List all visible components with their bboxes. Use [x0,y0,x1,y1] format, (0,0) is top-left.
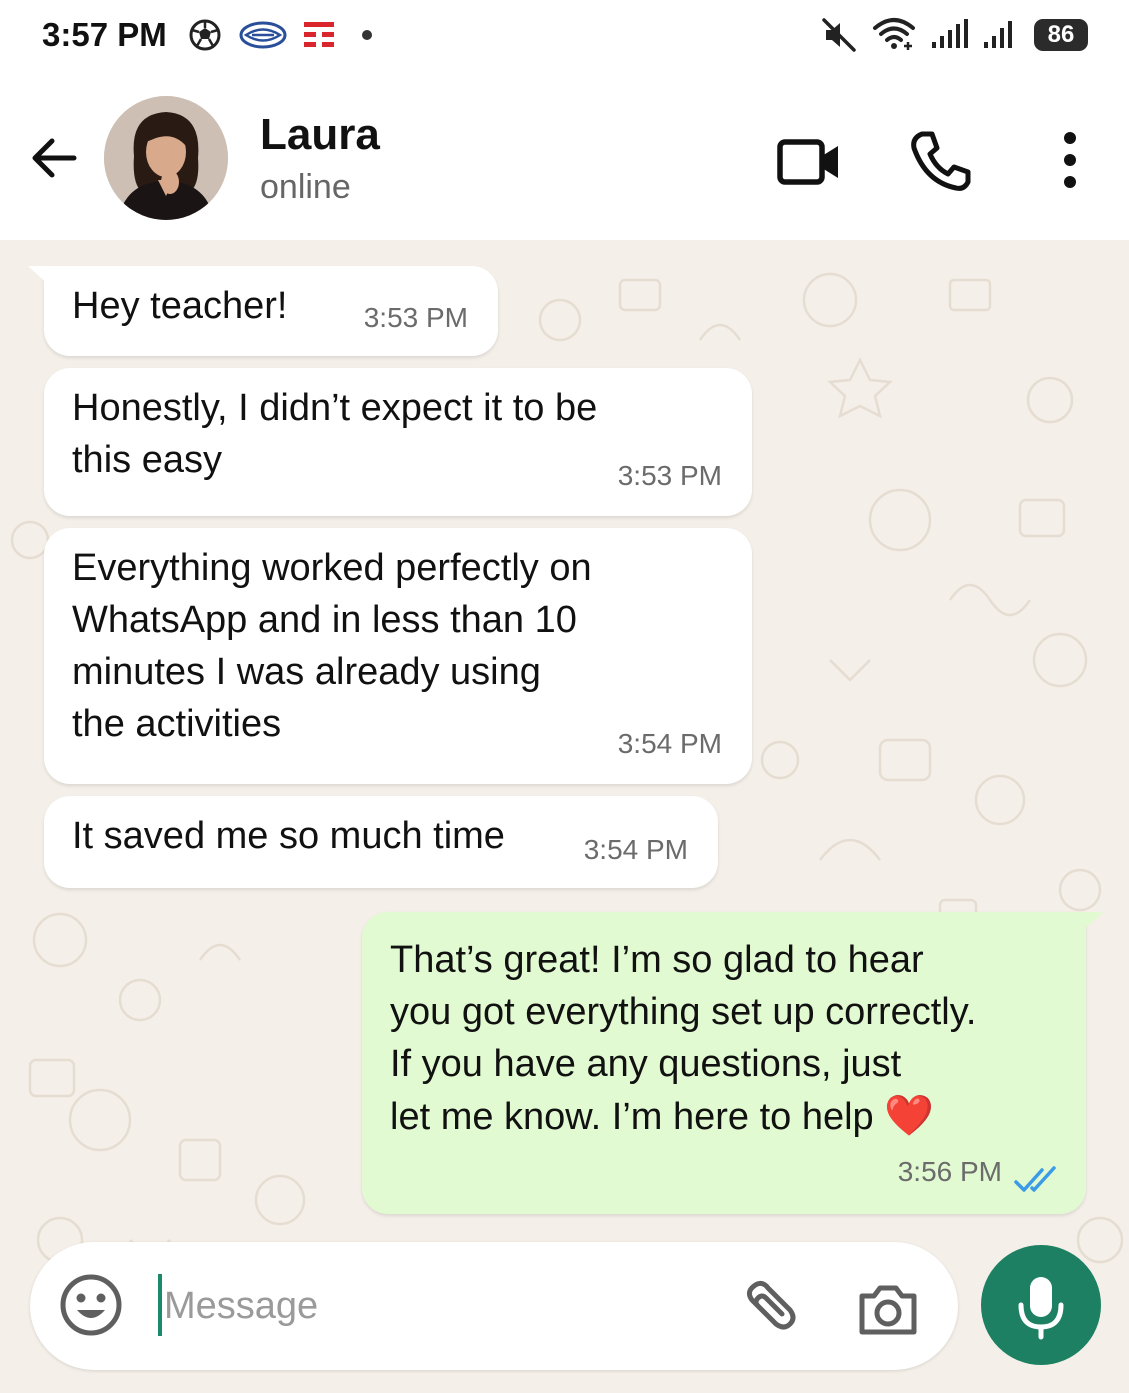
message-bubble[interactable]: It saved me so much time 3:54 PM [44,796,718,888]
message-bubble[interactable]: Hey teacher! 3:53 PM [44,266,498,356]
message-bubble[interactable]: Honestly, I didn’t expect it to be this … [44,368,752,516]
message-time: 3:54 PM [617,728,722,759]
more-vert-icon[interactable] [1034,126,1106,198]
read-ticks-icon [1014,1166,1056,1192]
bubble-tail [28,266,52,288]
message-bubble[interactable]: Everything worked perfectly on WhatsApp … [44,528,752,784]
dot-icon [362,30,372,40]
avatar[interactable] [104,96,228,220]
avatar-image [104,96,228,220]
chat-header: Laura online [0,72,1129,240]
attach-icon[interactable] [736,1276,800,1340]
heart-emoji: ❤️ [884,1094,935,1138]
back-arrow-icon[interactable] [26,130,82,186]
message-bubble-outgoing[interactable]: That’s great! I’m so glad to hear you go… [362,912,1086,1214]
message-composer [30,1242,958,1370]
signal-icon [984,21,1012,48]
message-input[interactable] [162,1270,706,1342]
chat-area[interactable]: Hey teacher! 3:53 PM Honestly, I didn’t … [0,240,1129,1393]
message-time: 3:53 PM [363,302,468,333]
mic-button[interactable] [981,1245,1101,1365]
phone-icon[interactable] [904,126,976,198]
wifi-icon [873,18,915,50]
message-time: 3:54 PM [583,834,688,865]
camera-icon[interactable] [856,1276,920,1340]
status-time: 3:57 PM [42,16,167,53]
mute-icon [822,18,856,52]
video-call-icon[interactable] [774,126,846,198]
soccer-ball-icon [189,19,221,51]
message-text: That’s great! I’m so glad to hear you go… [390,934,1058,1143]
emoji-icon[interactable] [58,1272,124,1338]
battery-indicator: 86 [1034,19,1088,51]
app-notification-icon-red [304,22,334,47]
app-notification-icon [239,21,287,49]
message-time: 3:53 PM [617,460,722,491]
status-bar: 3:57 PM 86 [0,0,1129,72]
signal-icon [932,19,968,48]
contact-status: online [260,168,351,206]
bubble-tail [1078,912,1104,934]
contact-name[interactable]: Laura [260,110,380,160]
message-time: 3:56 PM [897,1156,1002,1187]
mic-icon [1018,1277,1064,1340]
